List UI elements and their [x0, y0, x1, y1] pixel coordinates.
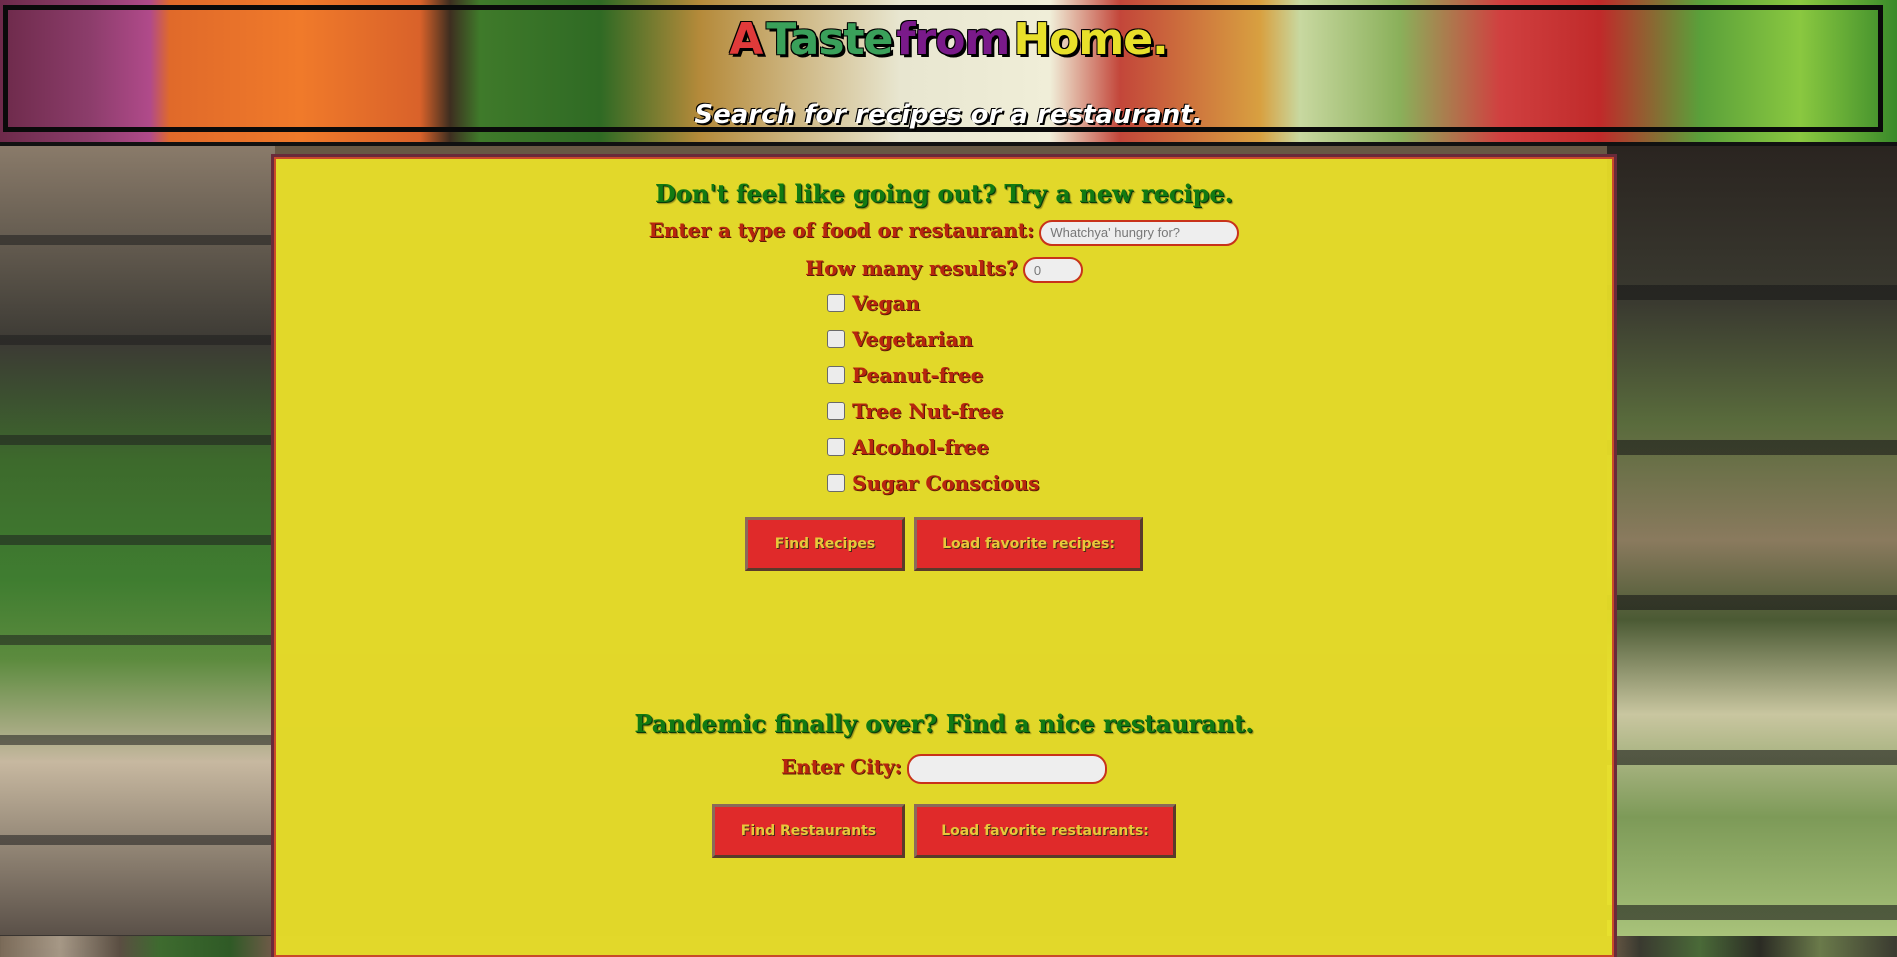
filter-tree-nut-free[interactable]: Tree Nut-free: [827, 393, 1047, 429]
find-restaurants-button[interactable]: Find Restaurants: [711, 804, 905, 858]
city-row: Enter City:: [276, 754, 1612, 784]
title-word-from: from: [896, 14, 1010, 65]
tree-nut-free-checkbox[interactable]: [827, 402, 845, 420]
header-divider: [0, 142, 1897, 146]
title-word-a: A: [729, 14, 763, 65]
results-count-input[interactable]: [1022, 257, 1083, 283]
filter-sugar-conscious[interactable]: Sugar Conscious: [827, 465, 1047, 501]
load-favorite-restaurants-button[interactable]: Load favorite restaurants:: [914, 804, 1177, 858]
background-image-left: [0, 145, 275, 936]
site-subtitle: Search for recipes or a restaurant.: [694, 100, 1203, 130]
site-title: ATastefromHome.: [0, 14, 1897, 65]
header-banner: ATastefromHome. Search for recipes or a …: [0, 0, 1897, 145]
restaurant-buttons: Find Restaurants Load favorite restauran…: [276, 804, 1612, 858]
filter-label: Sugar Conscious: [852, 471, 1040, 495]
search-panel: Don't feel like going out? Try a new rec…: [271, 154, 1617, 957]
food-row: Enter a type of food or restaurant:: [276, 218, 1612, 246]
recipe-buttons: Find Recipes Load favorite recipes:: [276, 517, 1612, 571]
city-label: Enter City:: [780, 754, 902, 779]
filter-label: Vegetarian: [852, 327, 973, 351]
filter-label: Alcohol-free: [852, 435, 990, 459]
title-word-home: Home.: [1013, 14, 1168, 65]
filter-vegan[interactable]: Vegan: [827, 285, 1047, 321]
background-image-right: [1607, 145, 1897, 936]
filter-label: Tree Nut-free: [852, 399, 1004, 423]
filter-label: Vegan: [852, 291, 920, 315]
restaurants-heading: Pandemic finally over? Find a nice resta…: [634, 709, 1254, 738]
load-favorite-recipes-button[interactable]: Load favorite recipes:: [914, 517, 1144, 571]
filter-alcohol-free[interactable]: Alcohol-free: [827, 429, 1047, 465]
filter-vegetarian[interactable]: Vegetarian: [827, 321, 1047, 357]
results-label: How many results?: [805, 255, 1018, 280]
peanut-free-checkbox[interactable]: [827, 366, 845, 384]
vegetarian-checkbox[interactable]: [827, 330, 845, 348]
food-label: Enter a type of food or restaurant:: [648, 218, 1035, 242]
recipes-heading: Don't feel like going out? Try a new rec…: [654, 179, 1234, 208]
filter-peanut-free[interactable]: Peanut-free: [827, 357, 1047, 393]
food-search-input[interactable]: [1039, 219, 1240, 246]
city-input[interactable]: [907, 754, 1108, 784]
sugar-conscious-checkbox[interactable]: [827, 474, 845, 492]
alcohol-free-checkbox[interactable]: [827, 438, 845, 456]
filter-label: Peanut-free: [852, 363, 984, 387]
diet-filters: Vegan Vegetarian Peanut-free Tree Nut-fr…: [827, 285, 1047, 501]
find-recipes-button[interactable]: Find Recipes: [744, 517, 905, 571]
vegan-checkbox[interactable]: [827, 294, 845, 312]
title-word-taste: Taste: [766, 14, 893, 65]
results-row: How many results?: [276, 255, 1612, 283]
